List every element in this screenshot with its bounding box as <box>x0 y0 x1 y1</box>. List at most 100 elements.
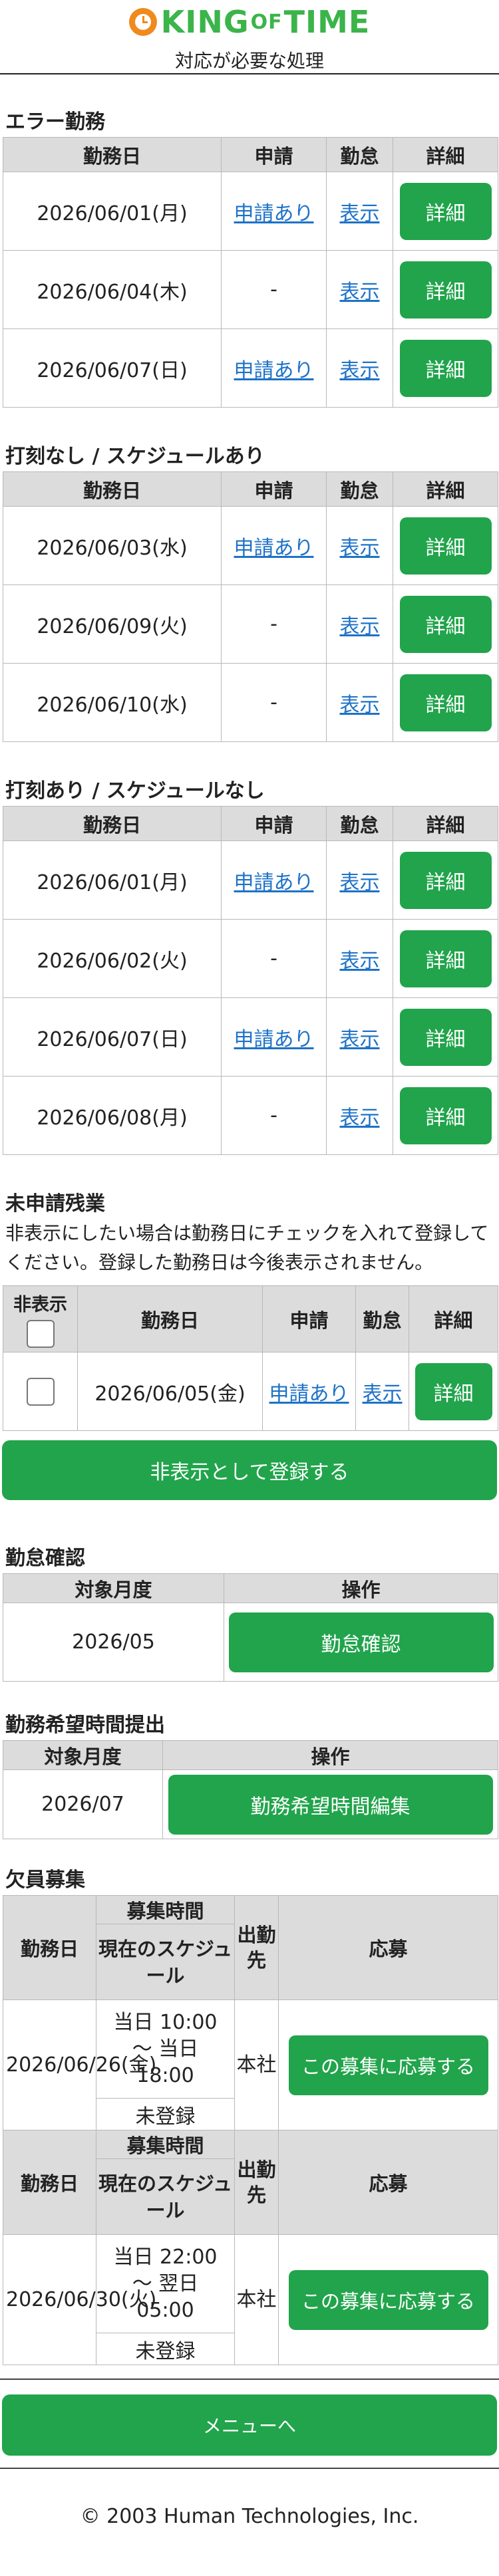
request-link[interactable]: 申請あり <box>234 202 314 225</box>
target-month: 2026/05 <box>3 1603 224 1682</box>
copyright-footer: © 2003 Human Technologies, Inc. <box>80 2505 419 2528</box>
col-header-request: 申請 <box>221 471 327 507</box>
work-date: 2026/06/01(月) <box>3 840 222 920</box>
detail-button[interactable]: 詳細 <box>399 1087 492 1144</box>
detail-button[interactable]: 詳細 <box>415 1362 492 1420</box>
attendance-show-link[interactable]: 表示 <box>340 1028 380 1051</box>
work-date: 2026/06/05(金) <box>77 1352 263 1431</box>
col-header-attendance: 勤怠 <box>326 471 393 507</box>
detail-button[interactable]: 詳細 <box>399 339 492 397</box>
attendance-confirm-title: 勤怠確認 <box>5 1547 85 1570</box>
table-header-row: 対象月度 操作 <box>3 1740 498 1770</box>
detail-button[interactable]: 詳細 <box>399 261 492 319</box>
request-none: - <box>221 1076 327 1155</box>
attendance-confirm-button[interactable]: 勤怠確認 <box>228 1612 494 1672</box>
table-row: 2026/06/07(日) 申請あり 表示 詳細 <box>3 997 498 1077</box>
detail-button[interactable]: 詳細 <box>399 182 492 240</box>
request-link[interactable]: 申請あり <box>234 1028 314 1051</box>
col-header-action: 操作 <box>224 1573 498 1603</box>
table-row: 2026/06/05(金) 申請あり 表示 詳細 <box>3 1352 498 1431</box>
request-link[interactable]: 申請あり <box>234 537 314 560</box>
vacancy-date: 2026/06/26(金) <box>3 1999 156 2130</box>
table-row: 2026/06/09(火) - 表示 詳細 <box>3 584 498 664</box>
detail-button[interactable]: 詳細 <box>399 674 492 731</box>
hide-all-checkbox[interactable] <box>26 1320 55 1348</box>
table-row: 2026/06/10(水) - 表示 詳細 <box>3 663 498 742</box>
punch-no-schedule-title: 打刻あり / スケジュールなし <box>5 779 265 803</box>
detail-button[interactable]: 詳細 <box>399 930 492 987</box>
unrequested-overtime-title: 未申請残業 <box>5 1192 105 1216</box>
table-row: 2026/06/02(火) - 表示 詳細 <box>3 919 498 998</box>
page-title: 対応が必要な処理 <box>174 50 324 72</box>
col-header-date: 勤務日 <box>3 471 222 507</box>
work-date: 2026/06/04(木) <box>3 250 222 329</box>
attendance-show-link[interactable]: 表示 <box>363 1382 403 1406</box>
col-header-date: 勤務日 <box>3 806 222 841</box>
col-header-location: 出勤先 <box>234 1895 279 2000</box>
detail-button[interactable]: 詳細 <box>399 517 492 575</box>
attendance-show-link[interactable]: 表示 <box>340 537 380 560</box>
apply-vacancy-button[interactable]: この募集に応募する <box>288 2269 488 2330</box>
attendance-show-link[interactable]: 表示 <box>340 202 380 225</box>
hide-row-checkbox[interactable] <box>26 1377 55 1406</box>
logo-of-text: OF <box>250 10 283 34</box>
apply-vacancy-button[interactable]: この募集に応募する <box>288 2035 488 2095</box>
table-header-row: 対象月度 操作 <box>3 1573 498 1603</box>
desired-hours-table: 対象月度 操作 2026/07 勤務希望時間編集 <box>3 1740 498 1839</box>
attendance-show-link[interactable]: 表示 <box>340 1106 380 1130</box>
header: KING OF TIME 対応が必要な処理 <box>0 0 499 74</box>
detail-button[interactable]: 詳細 <box>399 595 492 653</box>
table-row: 2026/06/07(日) 申請あり 表示 詳細 <box>3 328 498 408</box>
col-header-date: 勤務日 <box>3 137 222 172</box>
vacancy-table: 勤務日 募集時間 出勤先 応募 現在のスケジュール 2026/06/26(金) … <box>3 1895 498 2365</box>
work-date: 2026/06/07(日) <box>3 328 222 408</box>
attendance-show-link[interactable]: 表示 <box>340 694 380 717</box>
hide-header-label: 非表示 <box>13 1295 67 1315</box>
col-header-recruit-time: 募集時間 <box>96 2130 235 2159</box>
col-header-detail: 詳細 <box>393 471 498 507</box>
attendance-show-link[interactable]: 表示 <box>340 615 380 638</box>
col-header-apply: 応募 <box>278 1895 498 2000</box>
attendance-show-link[interactable]: 表示 <box>340 871 380 894</box>
table-header-row: 非表示 勤務日 申請 勤怠 詳細 <box>3 1285 498 1352</box>
current-schedule: 未登録 <box>96 2333 235 2365</box>
work-date: 2026/06/08(月) <box>3 1076 222 1155</box>
col-header-request: 申請 <box>221 806 327 841</box>
col-header-apply: 応募 <box>278 2130 498 2235</box>
request-link[interactable]: 申請あり <box>234 359 314 382</box>
attendance-confirm-table: 対象月度 操作 2026/05 勤怠確認 <box>3 1573 498 1682</box>
table-row: 2026/06/01(月) 申請あり 表示 詳細 <box>3 172 498 251</box>
request-none: - <box>221 663 327 742</box>
col-header-target-month: 対象月度 <box>3 1573 224 1603</box>
col-header-request: 申請 <box>262 1285 356 1352</box>
request-link[interactable]: 申請あり <box>234 871 314 894</box>
error-work-title: エラー勤務 <box>5 110 105 134</box>
target-month: 2026/07 <box>3 1769 163 1839</box>
table-header-row: 勤務日 申請 勤怠 詳細 <box>3 471 498 507</box>
vacancy-location: 本社 <box>234 1999 279 2130</box>
attendance-show-link[interactable]: 表示 <box>340 950 380 973</box>
table-row: 2026/07 勤務希望時間編集 <box>3 1769 498 1839</box>
edit-desired-hours-button[interactable]: 勤務希望時間編集 <box>168 1774 493 1835</box>
punch-no-schedule-table: 勤務日 申請 勤怠 詳細 2026/06/01(月) 申請あり 表示 詳細 20… <box>3 806 498 1155</box>
table-row: 2026/05 勤怠確認 <box>3 1603 498 1682</box>
attendance-show-link[interactable]: 表示 <box>340 281 380 304</box>
col-header-attendance: 勤怠 <box>326 806 393 841</box>
king-of-time-logo: KING OF TIME <box>128 3 371 41</box>
menu-button[interactable]: メニューへ <box>2 2394 497 2456</box>
col-header-detail: 詳細 <box>393 806 498 841</box>
col-header-target-month: 対象月度 <box>3 1740 163 1770</box>
request-link[interactable]: 申請あり <box>269 1382 349 1406</box>
vacancy-time: 当日 10:00 ～ 当日 18:00 <box>96 1999 235 2099</box>
detail-button[interactable]: 詳細 <box>399 851 492 909</box>
logo-time-text: TIME <box>283 4 371 40</box>
detail-button[interactable]: 詳細 <box>399 1008 492 1066</box>
vacancy-time: 当日 22:00 ～ 翌日 05:00 <box>96 2234 235 2333</box>
table-header-row: 勤務日 申請 勤怠 詳細 <box>3 137 498 172</box>
col-header-request: 申請 <box>221 137 327 172</box>
table-header-row: 勤務日 申請 勤怠 詳細 <box>3 806 498 841</box>
attendance-show-link[interactable]: 表示 <box>340 359 380 382</box>
col-header-detail: 詳細 <box>393 137 498 172</box>
table-row: 2026/06/03(水) 申請あり 表示 詳細 <box>3 506 498 585</box>
register-hidden-button[interactable]: 非表示として登録する <box>2 1440 497 1500</box>
